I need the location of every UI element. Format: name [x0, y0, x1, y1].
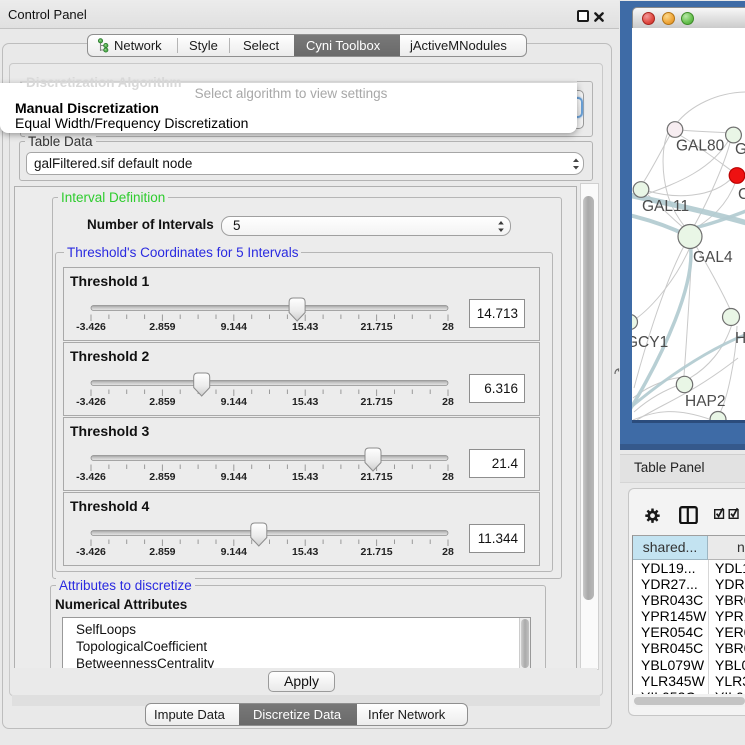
svg-text:28: 28: [442, 321, 454, 333]
svg-text:2.859: 2.859: [149, 321, 175, 333]
svg-text:2.859: 2.859: [149, 471, 175, 483]
svg-text:C: C: [738, 186, 745, 203]
svg-text:2.859: 2.859: [149, 396, 175, 408]
svg-text:-3.426: -3.426: [76, 546, 106, 558]
svg-text:GCY1: GCY1: [632, 334, 668, 351]
svg-text:15.43: 15.43: [292, 471, 318, 483]
svg-text:GAL4: GAL4: [693, 249, 733, 266]
svg-text:21.715: 21.715: [361, 396, 393, 408]
svg-text:9.144: 9.144: [221, 546, 247, 558]
svg-text:21.715: 21.715: [361, 471, 393, 483]
svg-text:-3.426: -3.426: [76, 321, 106, 333]
svg-text:HI: HI: [735, 330, 745, 347]
svg-text:28: 28: [442, 471, 454, 483]
svg-text:15.43: 15.43: [292, 321, 318, 333]
svg-text:21.715: 21.715: [361, 321, 393, 333]
svg-text:-3.426: -3.426: [76, 471, 106, 483]
svg-text:9.144: 9.144: [221, 321, 247, 333]
svg-text:28: 28: [442, 546, 454, 558]
svg-text:15.43: 15.43: [292, 546, 318, 558]
svg-text:GAL11: GAL11: [642, 198, 689, 215]
svg-text:HAP2: HAP2: [685, 393, 726, 410]
svg-text:2.859: 2.859: [149, 546, 175, 558]
svg-text:28: 28: [442, 396, 454, 408]
svg-text:21.715: 21.715: [361, 546, 393, 558]
svg-text:15.43: 15.43: [292, 396, 318, 408]
svg-text:-3.426: -3.426: [76, 396, 106, 408]
svg-text:GA: GA: [735, 141, 745, 158]
svg-text:9.144: 9.144: [221, 396, 247, 408]
svg-text:GAL80: GAL80: [676, 138, 725, 155]
svg-text:9.144: 9.144: [221, 471, 247, 483]
